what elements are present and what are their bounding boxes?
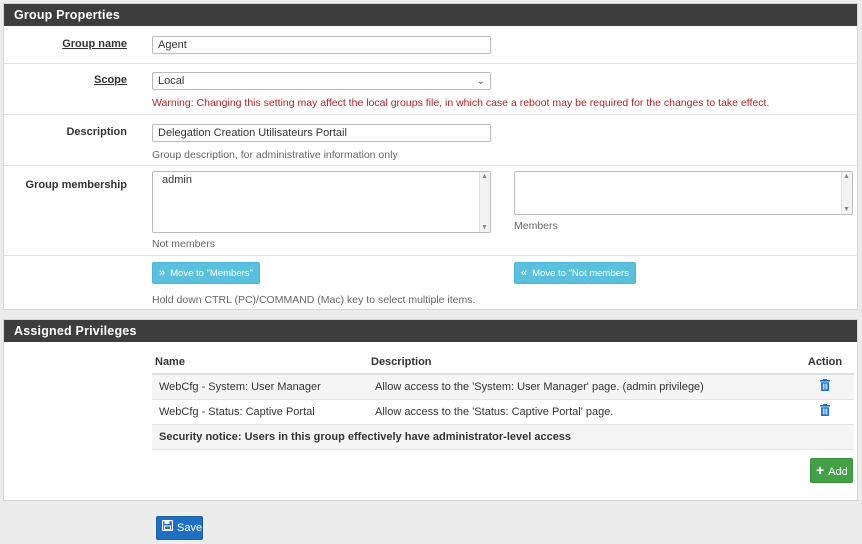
security-notice: Security notice: Users in this group eff… <box>152 424 854 450</box>
scope-warning: Warning: Changing this setting may affec… <box>152 97 770 109</box>
group-name-row: Group name Agent <box>4 26 857 64</box>
scope-value: Local <box>158 75 185 87</box>
move-to-members-button[interactable]: » Move to "Members" <box>152 262 260 284</box>
members-listbox[interactable]: ▲ ▼ <box>514 171 853 215</box>
move-buttons-row: » Move to "Members" « Move to "Not members… <box>4 256 857 311</box>
description-row: Description Delegation Creation Utilisat… <box>4 115 857 166</box>
description-help: Group description, for administrative in… <box>152 149 398 161</box>
assigned-privileges-panel: Assigned Privileges Name Description Act… <box>3 319 858 501</box>
not-members-listbox[interactable]: admin ▲ ▼ <box>152 171 491 233</box>
group-name-label: Group name <box>62 38 127 50</box>
save-button[interactable]: Save <box>156 516 203 540</box>
description-label: Description <box>66 126 127 138</box>
scrollbar[interactable]: ▲ ▼ <box>479 172 490 232</box>
privilege-name: WebCfg - System: User Manager <box>152 374 368 400</box>
trash-icon[interactable] <box>820 404 830 416</box>
privileges-table: Name Description Action WebCfg - System:… <box>152 350 854 450</box>
add-label: Add <box>828 466 848 478</box>
not-members-option[interactable]: admin <box>162 174 192 186</box>
double-chevron-left-icon: « <box>521 267 528 279</box>
panel-title: Assigned Privileges <box>4 320 857 342</box>
column-header-description: Description <box>368 350 796 375</box>
move-to-members-label: Move to "Members" <box>170 268 253 279</box>
privilege-description: Allow access to the 'System: User Manage… <box>368 374 796 400</box>
scope-row: Scope Local ⌄ Warning: Changing this set… <box>4 64 857 115</box>
save-icon <box>161 517 174 539</box>
scrollbar[interactable]: ▲ ▼ <box>841 172 852 214</box>
table-row: WebCfg - System: User Manager Allow acce… <box>152 374 854 400</box>
group-properties-panel: Group Properties Group name Agent Scope … <box>3 3 858 310</box>
not-members-caption: Not members <box>152 238 216 250</box>
chevron-down-icon: ⌄ <box>476 76 485 87</box>
save-label: Save <box>177 522 203 534</box>
move-to-not-members-button[interactable]: « Move to "Not members <box>514 262 636 284</box>
scope-label: Scope <box>93 74 127 86</box>
privilege-description: Allow access to the 'Status: Captive Por… <box>368 399 796 425</box>
membership-row: Group membership admin ▲ ▼ Not members ▲ ▼… <box>4 166 857 256</box>
double-chevron-right-icon: » <box>159 267 166 279</box>
column-header-name: Name <box>152 350 368 375</box>
column-header-action: Action <box>796 350 854 375</box>
group-name-input[interactable]: Agent <box>152 36 491 54</box>
move-to-not-members-label: Move to "Not members <box>532 268 629 279</box>
plus-icon: + <box>816 462 825 478</box>
members-caption: Members <box>514 220 558 232</box>
description-input[interactable]: Delegation Creation Utilisateurs Portail <box>152 124 491 142</box>
membership-label: Group membership <box>25 179 127 191</box>
add-privilege-button[interactable]: + Add <box>810 458 853 483</box>
privilege-name: WebCfg - Status: Captive Portal <box>152 399 368 425</box>
trash-icon[interactable] <box>820 379 830 392</box>
security-notice-row: Security notice: Users in this group eff… <box>152 424 854 450</box>
table-row: WebCfg - Status: Captive Portal Allow ac… <box>152 399 854 425</box>
multi-select-help: Hold down CTRL (PC)/COMMAND (Mac) key to… <box>152 294 476 306</box>
panel-title: Group Properties <box>4 4 857 26</box>
scope-select[interactable]: Local ⌄ <box>152 72 491 90</box>
